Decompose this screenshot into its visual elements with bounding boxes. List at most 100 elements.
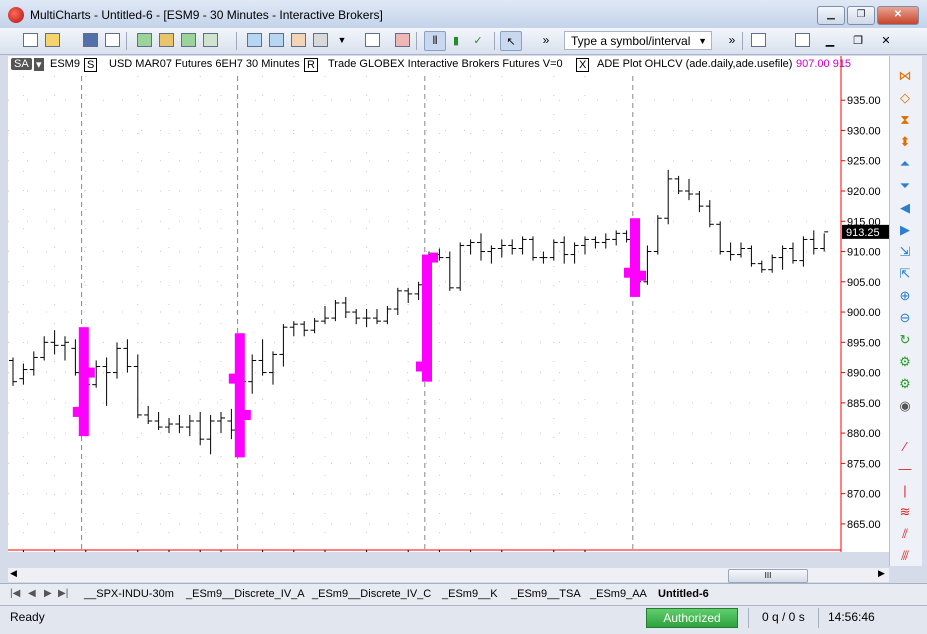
price-tick-label: 890.00: [847, 368, 881, 380]
chart-window-small-icon[interactable]: [748, 31, 768, 49]
scroll-right-arrow-icon[interactable]: ▶: [878, 568, 885, 579]
calendar-icon[interactable]: [392, 31, 412, 49]
expand-y-icon[interactable]: ⬍: [896, 134, 914, 150]
authorized-badge: Authorized: [646, 608, 738, 628]
settings-icon[interactable]: ⚙: [896, 354, 914, 370]
chart-data-text: Trade GLOBEX Interactive Brokers Futures…: [328, 58, 563, 70]
workspace-icon[interactable]: [102, 31, 122, 49]
trendline-icon[interactable]: ⁄: [896, 438, 914, 454]
pointer-icon[interactable]: ↖: [500, 31, 522, 51]
daily-ohlc-bar: [630, 218, 640, 297]
restore-child-icon[interactable]: ❐: [846, 31, 870, 49]
restore-button[interactable]: ❐: [847, 6, 875, 25]
format-icon[interactable]: [310, 31, 330, 49]
compress-icon[interactable]: ⇱: [896, 266, 914, 282]
vertical-line-icon[interactable]: |: [896, 482, 914, 498]
daily-close-tick: [430, 252, 438, 263]
candlestick-icon[interactable]: ▮: [446, 31, 466, 49]
portfolio-icon[interactable]: [200, 31, 220, 49]
refresh-icon[interactable]: ↻: [896, 332, 914, 348]
chart-area[interactable]: 935.00 930.00 925.00 920.00 915.00 910.00 905.…: [8, 56, 889, 568]
properties-icon[interactable]: [362, 31, 382, 49]
more-tools-chevron-icon[interactable]: »: [536, 31, 556, 49]
horizontal-line-icon[interactable]: —: [896, 460, 914, 476]
daily-close-tick: [638, 270, 646, 281]
tab-esm9-discrete-a[interactable]: _ESm9__Discrete_IV_A: [186, 586, 305, 603]
eye-icon[interactable]: ◉: [896, 398, 914, 414]
prev-tab-icon[interactable]: ◀: [28, 588, 36, 599]
cursor-settings-icon[interactable]: ⚙: [896, 376, 914, 392]
window-title: MultiCharts - Untitled-6 - [ESM9 - 30 Mi…: [30, 8, 383, 22]
scroll-thumb[interactable]: III: [728, 569, 808, 583]
price-tick-label: 935.00: [847, 95, 881, 107]
r-tag[interactable]: R: [304, 58, 318, 72]
dom-icon[interactable]: [178, 31, 198, 49]
daily-open-tick: [416, 361, 424, 372]
scroll-left-icon[interactable]: ◀: [896, 200, 914, 216]
tab-untitled-6[interactable]: Untitled-6: [658, 586, 709, 603]
chart-status-line: SA ▾ ESM9 S USD MAR07 Futures 6EH7 30 Mi…: [8, 56, 889, 73]
fibonacci-icon[interactable]: ⫽: [896, 526, 914, 542]
scroll-right-icon[interactable]: ▶: [896, 222, 914, 238]
daily-open-tick: [228, 373, 237, 384]
price-tick-label: 930.00: [847, 125, 881, 137]
tab-esm9-discrete-c[interactable]: _ESm9__Discrete_IV_C: [312, 586, 431, 603]
symbol-input[interactable]: Type a symbol/interval ▼: [564, 31, 712, 50]
hourglass-icon[interactable]: ⧗: [896, 112, 914, 128]
chart-symbol: ESM9: [50, 58, 80, 70]
chevron-down-icon[interactable]: ▼: [698, 32, 707, 51]
insert-indicator-icon[interactable]: [244, 31, 264, 49]
next-tab-icon[interactable]: ▶: [44, 588, 52, 599]
open-folder-icon[interactable]: [42, 31, 62, 49]
zoom-out-x-icon[interactable]: ◇: [896, 90, 914, 106]
status-clock: 14:56:46: [828, 610, 875, 624]
daily-ohlc-bar: [78, 327, 89, 437]
chart-window-icon[interactable]: [134, 31, 154, 49]
close-button[interactable]: ✕: [877, 6, 919, 25]
insert-strategy-icon[interactable]: [288, 31, 308, 49]
insert-study-icon[interactable]: [266, 31, 286, 49]
chevron-down-icon[interactable]: ▼: [332, 31, 352, 49]
scroll-up-icon[interactable]: ⏶: [896, 156, 914, 172]
scanner-icon[interactable]: [156, 31, 176, 49]
status-ready: Ready: [10, 610, 45, 624]
close-child-icon[interactable]: ✕: [874, 31, 898, 49]
indicator-name: ADE Plot OHLCV (ade.daily,ade.usefile): [597, 58, 793, 70]
tab-esm9-aa[interactable]: _ESm9_AA: [590, 586, 647, 603]
line-chart-icon[interactable]: ✓: [468, 31, 488, 49]
tab-esm9-tsa[interactable]: _ESm9__TSA: [511, 586, 581, 603]
gann-fan-icon[interactable]: ⫻: [896, 548, 914, 564]
last-price-label: 913.25: [846, 227, 880, 239]
minimize-child-icon[interactable]: ▁: [818, 31, 842, 49]
daily-close-tick: [242, 409, 251, 420]
tab-spx-indu[interactable]: __SPX-INDU-30m: [84, 586, 174, 603]
symbol-input-placeholder: Type a symbol/interval: [571, 34, 691, 48]
price-tick-label: 920.00: [847, 186, 881, 198]
x-tag[interactable]: X: [576, 58, 590, 72]
channel-icon[interactable]: ≋: [896, 504, 914, 520]
more-chevron-icon[interactable]: »: [722, 31, 742, 49]
zoom-in-icon[interactable]: ⊕: [896, 288, 914, 304]
detach-window-icon[interactable]: [790, 31, 814, 49]
horizontal-scrollbar[interactable]: ◀ III ▶: [8, 568, 889, 583]
last-tab-icon[interactable]: ▶|: [58, 588, 68, 599]
zoom-out-icon[interactable]: ⊖: [896, 310, 914, 326]
scroll-left-arrow-icon[interactable]: ◀: [10, 568, 17, 579]
price-chart[interactable]: 935.00930.00925.00920.00915.00910.00905.…: [8, 56, 889, 568]
save-icon[interactable]: [80, 31, 100, 49]
s-tag[interactable]: S: [84, 58, 98, 72]
ohlc-bar-icon[interactable]: ⫴: [424, 31, 446, 51]
price-tick-label: 865.00: [847, 519, 881, 531]
chevron-down-icon[interactable]: ▾: [34, 58, 44, 71]
fit-icon[interactable]: ⇲: [896, 244, 914, 260]
new-file-icon[interactable]: [20, 31, 40, 49]
zoom-in-x-icon[interactable]: ⋈: [896, 68, 914, 84]
chart-description: USD MAR07 Futures 6EH7 30 Minutes: [109, 58, 300, 70]
indicator-value: 907.00 915: [796, 58, 852, 70]
tab-esm9-k[interactable]: _ESm9__K: [442, 586, 498, 603]
price-tick-label: 910.00: [847, 247, 881, 259]
first-tab-icon[interactable]: |◀: [10, 588, 20, 599]
minimize-button[interactable]: ▁: [817, 6, 845, 25]
sa-tag[interactable]: SA: [11, 58, 32, 70]
scroll-down-icon[interactable]: ⏷: [896, 178, 914, 194]
